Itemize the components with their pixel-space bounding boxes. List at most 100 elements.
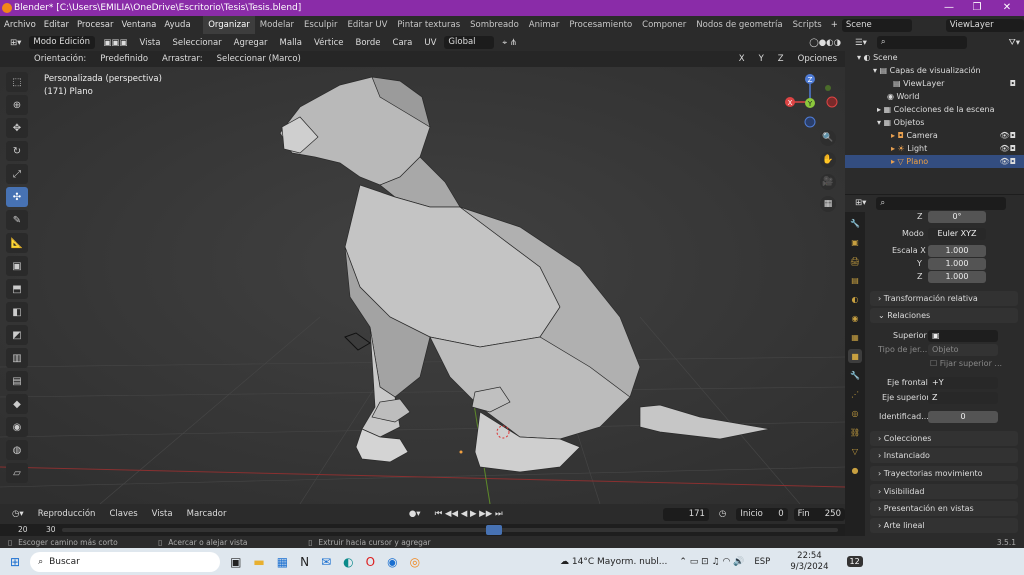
menu-vertice[interactable]: Vértice	[310, 38, 347, 48]
mail-icon[interactable]: ✉	[321, 555, 331, 569]
outliner-row-light[interactable]: ▸ ☀ Light 👁◘	[845, 142, 1024, 155]
clock[interactable]: 22:54 9/3/2024	[790, 551, 828, 573]
notifications-badge[interactable]: 12	[846, 556, 863, 567]
outliner-row-camera[interactable]: ▸ ◘ Camera 👁◘	[845, 129, 1024, 142]
tab-sombreado[interactable]: Sombreado	[465, 16, 524, 34]
outliner-row-objects[interactable]: ▾ ▦ Objetos	[845, 116, 1024, 129]
spin-tool-icon[interactable]: ◉	[6, 417, 28, 437]
menu-vista-timeline[interactable]: Vista	[148, 509, 177, 519]
render-tab-icon[interactable]: ▣	[848, 235, 862, 249]
visibility-eye-icon[interactable]: 👁◘	[1000, 129, 1016, 142]
opera-icon[interactable]: O	[366, 555, 375, 569]
select-box-tool-icon[interactable]: ⬚	[6, 72, 28, 92]
menu-malla[interactable]: Malla	[276, 38, 306, 48]
zoom-icon[interactable]: 🔍	[820, 130, 836, 146]
menu-claves[interactable]: Claves	[105, 509, 141, 519]
viewlayer-selector[interactable]: ViewLayer	[945, 18, 1024, 32]
store-icon[interactable]: ▦	[277, 555, 288, 569]
transform-orientation-selector[interactable]: Global	[444, 36, 495, 49]
section-relations[interactable]: ⌄ Relaciones	[870, 308, 1018, 323]
maximize-button[interactable]: ❐	[962, 0, 992, 16]
section-visibilidad[interactable]: › Visibilidad	[870, 484, 1018, 499]
scene-tab-icon[interactable]: ◐	[848, 292, 862, 306]
menu-marcador[interactable]: Marcador	[183, 509, 231, 519]
menu-ayuda[interactable]: Ayuda	[160, 20, 194, 30]
measure-tool-icon[interactable]: 📐	[6, 233, 28, 253]
file-explorer-icon[interactable]: ▬	[253, 555, 264, 569]
outliner-row-scene[interactable]: ▾ ◐ Scene	[845, 51, 1024, 64]
extrude-tool-icon[interactable]: ⬒	[6, 279, 28, 299]
current-frame-field[interactable]: 171	[663, 507, 709, 521]
editor-type-icon[interactable]: ⊞▾	[6, 38, 25, 48]
mode-selector[interactable]: Modo Edición	[29, 36, 96, 49]
move-tool-icon[interactable]: ✥	[6, 118, 28, 138]
close-button[interactable]: ✕	[992, 0, 1022, 16]
tab-editar-uv[interactable]: Editar UV	[343, 16, 393, 34]
navigation-gizmo[interactable]: Z X Y	[780, 70, 840, 130]
tool-tab-icon[interactable]: 🔧	[848, 216, 862, 230]
camera-view-icon[interactable]: 🎥	[820, 174, 836, 190]
menu-uv[interactable]: UV	[420, 38, 440, 48]
tab-animar[interactable]: Animar	[524, 16, 565, 34]
tab-nodos-geometria[interactable]: Nodos de geometría	[691, 16, 787, 34]
parent-field[interactable]: ▣	[928, 330, 998, 342]
select-mode-icons[interactable]: ▣▣▣	[99, 38, 131, 48]
end-frame-field[interactable]: Fin 250	[793, 507, 845, 521]
annotate-tool-icon[interactable]: ✎	[6, 210, 28, 230]
material-tab-icon[interactable]: ●	[848, 463, 862, 477]
app-icon[interactable]: ◉	[387, 555, 397, 569]
menu-vista[interactable]: Vista	[135, 38, 164, 48]
knife-tool-icon[interactable]: ▤	[6, 371, 28, 391]
scale-tool-icon[interactable]: ⤢	[6, 164, 28, 184]
outliner-row-viewlayers[interactable]: ▾ ▤ Capas de visualización	[845, 64, 1024, 77]
object-tab-icon[interactable]: ■	[848, 349, 862, 363]
scene-selector[interactable]: Scene	[841, 18, 912, 32]
tab-pintar-texturas[interactable]: Pintar texturas	[392, 16, 465, 34]
modifier-tab-icon[interactable]: 🔧	[848, 368, 862, 382]
record-icon[interactable]: ●▾	[405, 509, 425, 519]
tab-organizar[interactable]: Organizar	[203, 16, 255, 34]
section-arte-lineal[interactable]: › Arte lineal	[870, 518, 1018, 533]
playhead[interactable]	[486, 525, 502, 535]
language-indicator[interactable]: ESP	[754, 557, 770, 567]
menu-borde[interactable]: Borde	[352, 38, 385, 48]
outliner-row-viewlayer[interactable]: ▤ ViewLayer ◘	[845, 77, 1024, 90]
pass-index-field[interactable]: 0	[928, 411, 998, 423]
minimize-button[interactable]: —	[934, 0, 964, 16]
section-presentacion[interactable]: › Presentación en vistas	[870, 501, 1018, 516]
visibility-eye-icon[interactable]: 👁◘	[1000, 142, 1016, 155]
inset-tool-icon[interactable]: ◧	[6, 302, 28, 322]
shading-modes-icons[interactable]: ◯●◐◑	[805, 38, 845, 48]
menu-ventana[interactable]: Ventana	[117, 20, 160, 30]
windows-start-icon[interactable]: ⊞	[10, 555, 20, 569]
tray-icons[interactable]: ⌃ ▭ ⊡ ♫ ◠ 🔊	[679, 557, 744, 567]
cursor-tool-icon[interactable]: ⊕	[6, 95, 28, 115]
loop-cut-tool-icon[interactable]: ▥	[6, 348, 28, 368]
section-colecciones[interactable]: › Colecciones	[870, 431, 1018, 446]
collection-tab-icon[interactable]: ▦	[848, 330, 862, 344]
transform-tool-icon[interactable]: ✣	[6, 187, 28, 207]
orientation-value[interactable]: Predefinido	[96, 54, 152, 64]
tab-scripts[interactable]: Scripts	[788, 16, 827, 34]
properties-search-input[interactable]: ⌕	[876, 196, 1007, 210]
outliner-row-plano[interactable]: ▸ ▽ Plano 👁◘	[845, 155, 1024, 168]
timeline-editor-icon[interactable]: ◷▾	[8, 509, 28, 519]
options-dropdown[interactable]: Opciones	[794, 54, 841, 64]
world-tab-icon[interactable]: ◉	[848, 311, 862, 325]
shear-tool-icon[interactable]: ▱	[6, 463, 28, 483]
scale-z-field[interactable]: 1.000	[928, 271, 986, 283]
notion-icon[interactable]: N	[300, 555, 309, 569]
output-tab-icon[interactable]: 🖨	[848, 254, 862, 268]
menu-seleccionar[interactable]: Seleccionar	[168, 38, 225, 48]
menu-editar[interactable]: Editar	[40, 20, 73, 30]
timeline-scrollbar[interactable]	[62, 528, 838, 532]
timeline-ruler[interactable]: 20 30	[0, 524, 845, 536]
edge-icon[interactable]: ◐	[343, 555, 353, 569]
playback-controls-icon[interactable]: ⏮ ◀◀ ◀ ▶ ▶▶ ⏭	[431, 509, 507, 519]
outliner-row-world[interactable]: ◉ World	[845, 90, 1024, 103]
properties-editor-icon[interactable]: ⊞▾	[851, 198, 870, 208]
outliner-row-collections[interactable]: ▸ ▦ Colecciones de la escena	[845, 103, 1024, 116]
pan-hand-icon[interactable]: ✋	[820, 152, 836, 168]
front-axis-select[interactable]: +Y	[928, 377, 998, 389]
menu-agregar[interactable]: Agregar	[230, 38, 272, 48]
